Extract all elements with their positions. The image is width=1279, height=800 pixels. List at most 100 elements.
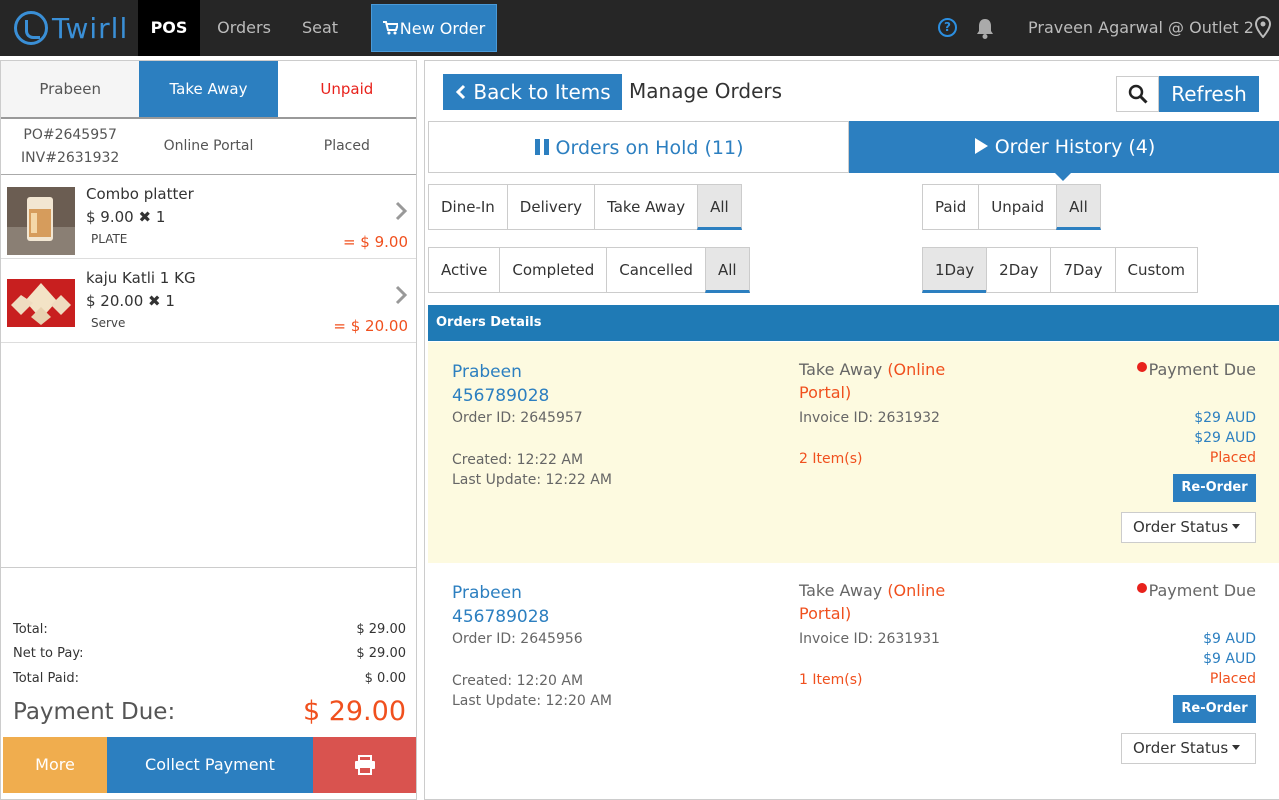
payment-status-tab[interactable]: Unpaid	[277, 61, 416, 117]
play-icon	[974, 138, 988, 154]
paid-value: $ 0.00	[364, 671, 406, 686]
order-state: Placed	[1209, 450, 1256, 466]
nav-seat[interactable]: Seat	[292, 0, 348, 56]
net-to-pay-row: Net to Pay: $ 29.00	[13, 646, 406, 661]
item-count: 1 Item(s)	[799, 672, 863, 688]
order-type-text: Take Away	[799, 581, 883, 600]
caret-down-icon	[1232, 745, 1241, 750]
filter-cancelled[interactable]: Cancelled	[606, 247, 706, 293]
po-number: PO#2645957	[23, 126, 117, 143]
filter-type-all[interactable]: All	[697, 184, 742, 230]
order-status-filter: Active Completed Cancelled All	[428, 247, 750, 293]
order-type-tab[interactable]: Take Away	[139, 61, 278, 117]
reorder-button[interactable]: Re-Order	[1173, 695, 1256, 723]
logo-mark-icon	[14, 11, 48, 45]
chevron-left-icon	[455, 84, 466, 100]
location-pin-icon[interactable]	[1255, 16, 1271, 38]
refresh-button[interactable]: Refresh	[1159, 76, 1259, 112]
page-title: Manage Orders	[629, 79, 783, 103]
bell-icon[interactable]	[975, 17, 995, 39]
order-type: Take Away (Online Portal)	[799, 358, 969, 404]
filter-7day[interactable]: 7Day	[1050, 247, 1116, 293]
payment-due-row: Payment Due: $ 29.00	[13, 696, 406, 727]
filter-completed[interactable]: Completed	[499, 247, 608, 293]
back-to-items-button[interactable]: Back to Items	[443, 74, 622, 110]
tab-order-history[interactable]: Order History (4)	[849, 121, 1279, 181]
customer-phone: 456789028	[452, 607, 550, 627]
chevron-right-icon[interactable]	[394, 201, 408, 221]
item-quantity: 1	[155, 208, 166, 226]
filter-payment-all[interactable]: All	[1056, 184, 1101, 230]
reorder-button[interactable]: Re-Order	[1173, 474, 1256, 502]
collect-payment-button[interactable]: Collect Payment	[107, 737, 313, 793]
status-dot-icon	[1136, 583, 1147, 593]
paid-label: Total Paid:	[13, 671, 79, 686]
tab-orders-on-hold[interactable]: Orders on Hold (11)	[428, 121, 849, 173]
current-order-panel: Prabeen Take Away Unpaid PO#2645957 INV#…	[0, 60, 417, 800]
created-time: Created: 12:20 AM	[452, 673, 584, 689]
order-status-label: Order Status	[1133, 518, 1229, 536]
order-numbers: PO#2645957 INV#2631932	[1, 119, 139, 174]
filter-delivery[interactable]: Delivery	[506, 184, 596, 230]
customer-name-text: Prabeen	[452, 583, 522, 603]
item-quantity: 1	[165, 292, 175, 310]
kaju-katli-image	[7, 279, 75, 327]
order-status-text: Placed	[323, 138, 370, 154]
due-label: Payment Due:	[13, 698, 176, 725]
print-icon	[354, 755, 375, 775]
customer-name-text: Prabeen	[452, 362, 522, 382]
caret-down-icon	[1232, 524, 1241, 529]
period-filter: 1Day 2Day 7Day Custom	[922, 247, 1198, 293]
chevron-right-icon[interactable]	[394, 285, 408, 305]
app-logo[interactable]: Twirll	[14, 10, 128, 46]
order-actions: More Collect Payment	[3, 737, 416, 793]
order-type: Take Away (Online Portal)	[799, 579, 969, 625]
tab-hold-label: Orders on Hold (11)	[555, 137, 744, 159]
filter-2day[interactable]: 2Day	[986, 247, 1052, 293]
payment-due-status: Payment Due	[1136, 581, 1256, 600]
filter-dine-in[interactable]: Dine-In	[428, 184, 508, 230]
filter-take-away[interactable]: Take Away	[594, 184, 699, 230]
filter-active[interactable]: Active	[428, 247, 501, 293]
new-order-button[interactable]: New Order	[371, 4, 497, 52]
orders-details-header: Orders Details	[428, 305, 1279, 341]
print-button[interactable]	[313, 737, 416, 793]
nav-orders[interactable]: Orders	[208, 0, 280, 56]
customer-tab[interactable]: Prabeen	[1, 61, 140, 117]
status-dot-icon	[1136, 362, 1147, 372]
order-amount: $9 AUD	[1203, 631, 1256, 647]
filter-unpaid[interactable]: Unpaid	[978, 184, 1058, 230]
order-summary: Total: $ 29.00 Net to Pay: $ 29.00 Total P…	[1, 567, 416, 737]
filter-status-all[interactable]: All	[704, 247, 750, 293]
filter-custom[interactable]: Custom	[1114, 247, 1198, 293]
customer-name[interactable]: Prabeen 456789028	[452, 360, 549, 408]
cart-item[interactable]: Combo platter $ 9.00 ✖ 1 PLATE = $ 9.00	[1, 175, 416, 259]
help-icon[interactable]: ?	[938, 18, 957, 37]
invoice-id: Invoice ID: 2631931	[799, 631, 940, 647]
cart-item[interactable]: kaju Katli 1 KG $ 20.00 ✖ 1 Serve = $ 20…	[1, 259, 416, 343]
item-name: Combo platter	[86, 185, 194, 203]
customer-name[interactable]: Prabeen 456789028	[452, 581, 549, 629]
order-header-tabs: Prabeen Take Away Unpaid	[1, 61, 416, 119]
order-status-dropdown[interactable]: Order Status	[1121, 733, 1256, 764]
order-card[interactable]: Prabeen 456789028 Order ID: 2645957 Creat…	[428, 342, 1279, 563]
nav-pos[interactable]: POS	[138, 0, 200, 56]
item-price-qty: $ 20.00 ✖ 1	[86, 292, 175, 310]
more-button[interactable]: More	[3, 737, 107, 793]
filter-1day[interactable]: 1Day	[922, 247, 988, 293]
search-button[interactable]	[1116, 76, 1159, 112]
back-label: Back to Items	[473, 80, 611, 104]
filter-paid[interactable]: Paid	[922, 184, 980, 230]
order-card[interactable]: Prabeen 456789028 Order ID: 2645956 Creat…	[428, 563, 1279, 784]
new-order-label: New Order	[399, 19, 486, 38]
user-outlet-label[interactable]: Praveen Agarwal @ Outlet 2	[1028, 0, 1254, 56]
logo-text: Twirll	[52, 11, 129, 45]
tab-history-label: Order History (4)	[994, 136, 1156, 158]
item-total: = $ 9.00	[342, 233, 408, 251]
order-status-dropdown[interactable]: Order Status	[1121, 512, 1256, 543]
item-price: $ 20.00	[86, 292, 144, 310]
combo-platter-image	[7, 187, 75, 255]
order-times: Created: 12:22 AM Last Update: 12:22 AM	[452, 450, 612, 490]
item-note: PLATE	[91, 232, 128, 246]
net-value: $ 29.00	[356, 646, 406, 661]
